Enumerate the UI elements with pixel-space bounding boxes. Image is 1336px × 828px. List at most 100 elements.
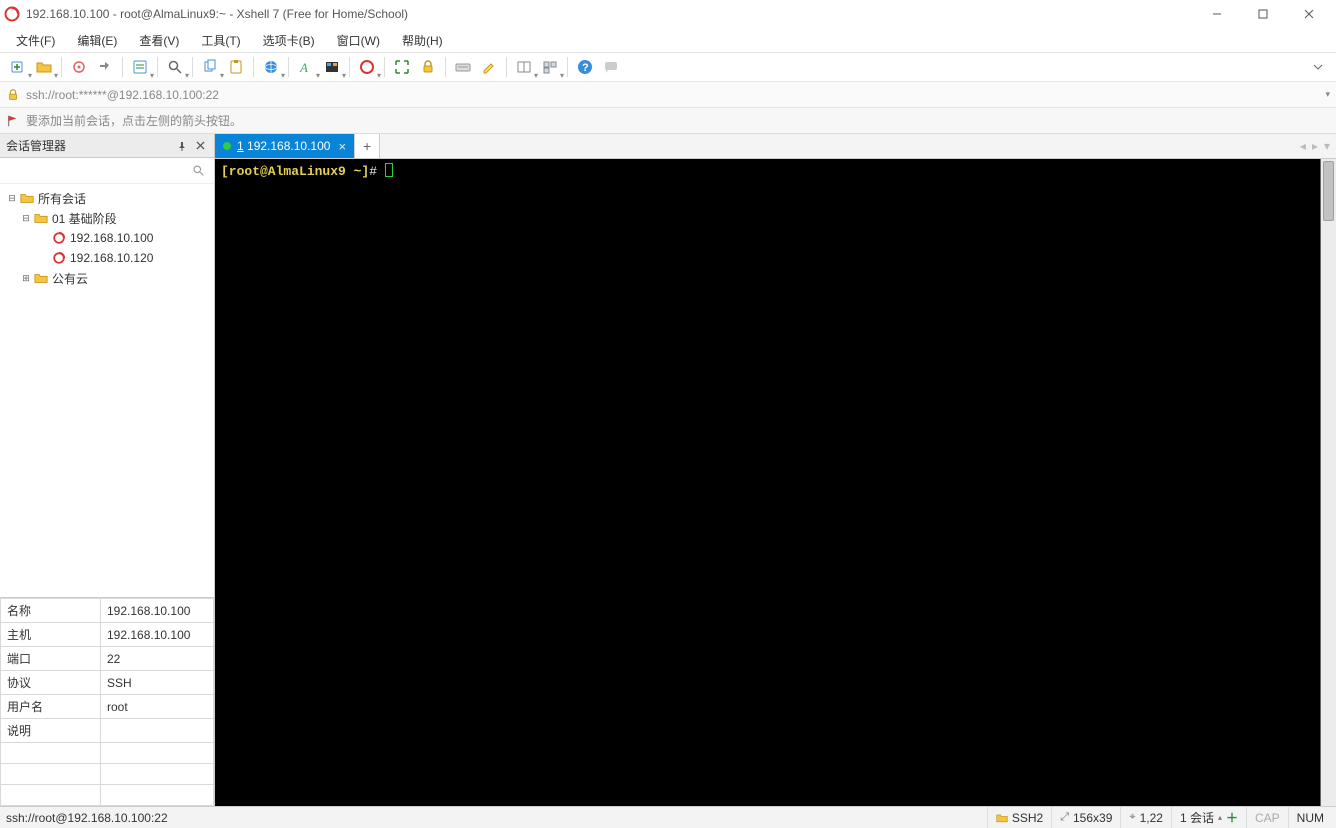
hint-bar: 要添加当前会话，点击左侧的箭头按钮。 bbox=[0, 108, 1336, 134]
open-session-icon[interactable] bbox=[32, 55, 56, 79]
prop-row: 用户名root bbox=[1, 695, 214, 719]
expand-icon[interactable]: ⊞ bbox=[20, 273, 32, 284]
window-title: 192.168.10.100 - root@AlmaLinux9:~ - Xsh… bbox=[26, 7, 1194, 21]
status-size-text: 156x39 bbox=[1073, 811, 1112, 825]
content-area: 1 192.168.10.100 × + ◂ ▸ ▾ [root@AlmaLin… bbox=[215, 134, 1336, 806]
menu-tools[interactable]: 工具(T) bbox=[191, 30, 250, 51]
highlight-icon[interactable] bbox=[477, 55, 501, 79]
tree-session-1[interactable]: 192.168.10.100 bbox=[2, 228, 212, 248]
prop-key: 名称 bbox=[1, 599, 101, 623]
prop-row: 说明 bbox=[1, 719, 214, 743]
find-icon[interactable] bbox=[163, 55, 187, 79]
chevron-up-icon[interactable]: ▴ bbox=[1218, 813, 1222, 822]
status-cursor-text: 1,22 bbox=[1140, 811, 1163, 825]
status-cap: CAP bbox=[1246, 807, 1288, 828]
maximize-button[interactable] bbox=[1240, 0, 1286, 28]
fullscreen-icon[interactable] bbox=[390, 55, 414, 79]
flag-icon[interactable] bbox=[6, 114, 20, 128]
panel-header: 会话管理器 bbox=[0, 134, 214, 158]
tile-icon[interactable] bbox=[538, 55, 562, 79]
status-bar: ssh://root@192.168.10.100:22 SSH2 ⤢ 156x… bbox=[0, 806, 1336, 828]
menu-edit[interactable]: 编辑(E) bbox=[67, 30, 127, 51]
prop-key: 说明 bbox=[1, 719, 101, 743]
close-icon[interactable] bbox=[192, 138, 208, 154]
prop-value: 192.168.10.100 bbox=[101, 623, 214, 647]
panel-title: 会话管理器 bbox=[6, 137, 66, 154]
reconnect-icon[interactable] bbox=[67, 55, 91, 79]
color-scheme-icon[interactable] bbox=[320, 55, 344, 79]
toolbar-separator bbox=[349, 57, 350, 77]
toolbar-separator bbox=[445, 57, 446, 77]
globe-icon[interactable] bbox=[259, 55, 283, 79]
disconnect-icon[interactable] bbox=[93, 55, 117, 79]
prop-key: 协议 bbox=[1, 671, 101, 695]
session-tree: ⊟ 所有会话 ⊟ 01 基础阶段 192.168.10.100 192.168.… bbox=[0, 184, 214, 597]
status-sessions-text: 1 会话 bbox=[1180, 809, 1214, 826]
new-tab-button[interactable]: + bbox=[354, 134, 380, 158]
collapse-icon[interactable]: ⊟ bbox=[20, 213, 32, 224]
menu-help[interactable]: 帮助(H) bbox=[392, 30, 453, 51]
address-bar: ssh://root:******@192.168.10.100:22 ▾ bbox=[0, 82, 1336, 108]
close-button[interactable] bbox=[1286, 0, 1332, 28]
minimize-button[interactable] bbox=[1194, 0, 1240, 28]
tree-folder-cloud[interactable]: ⊞ 公有云 bbox=[2, 268, 212, 288]
session-swirl-icon bbox=[50, 231, 68, 245]
resize-icon: ⤢ bbox=[1060, 811, 1069, 824]
help-icon[interactable]: ? bbox=[573, 55, 597, 79]
toolbar-overflow-icon[interactable] bbox=[1306, 55, 1330, 79]
tree-session-2[interactable]: 192.168.10.120 bbox=[2, 248, 212, 268]
tab-nav: ◂ ▸ ▾ bbox=[1294, 134, 1336, 158]
menu-window[interactable]: 窗口(W) bbox=[327, 30, 390, 51]
status-num-text: NUM bbox=[1297, 811, 1324, 825]
tab-session-1[interactable]: 1 192.168.10.100 × bbox=[215, 134, 354, 158]
layout-icon[interactable] bbox=[512, 55, 536, 79]
menu-tabs[interactable]: 选项卡(B) bbox=[253, 30, 325, 51]
menu-file[interactable]: 文件(F) bbox=[6, 30, 65, 51]
tab-label: 1 192.168.10.100 bbox=[237, 139, 330, 153]
properties-icon[interactable] bbox=[128, 55, 152, 79]
menu-view[interactable]: 查看(V) bbox=[129, 30, 189, 51]
xshell-swirl-icon[interactable] bbox=[355, 55, 379, 79]
status-dot-icon bbox=[223, 142, 231, 150]
tree-folder-label: 公有云 bbox=[50, 270, 88, 287]
collapse-icon[interactable]: ⊟ bbox=[6, 193, 18, 204]
scrollbar-thumb[interactable] bbox=[1323, 161, 1334, 221]
terminal-cursor-icon bbox=[385, 163, 393, 177]
status-cap-text: CAP bbox=[1255, 811, 1280, 825]
toolbar-separator bbox=[157, 57, 158, 77]
search-input[interactable] bbox=[4, 162, 192, 180]
main-toolbar: A ? bbox=[0, 52, 1336, 82]
tab-next-icon[interactable]: ▸ bbox=[1310, 139, 1320, 153]
prop-key: 主机 bbox=[1, 623, 101, 647]
search-icon[interactable] bbox=[192, 164, 210, 177]
copy-icon[interactable] bbox=[198, 55, 222, 79]
terminal-prompt: [root@AlmaLinux9 ~] bbox=[221, 164, 369, 179]
status-proto: SSH2 bbox=[987, 807, 1051, 828]
terminal-wrap: [root@AlmaLinux9 ~]# bbox=[215, 159, 1336, 806]
pin-icon[interactable] bbox=[174, 138, 190, 154]
tab-close-icon[interactable]: × bbox=[338, 139, 346, 154]
tree-session-label: 192.168.10.100 bbox=[68, 231, 153, 245]
terminal[interactable]: [root@AlmaLinux9 ~]# bbox=[215, 159, 1320, 806]
keyboard-icon[interactable] bbox=[451, 55, 475, 79]
address-text[interactable]: ssh://root:******@192.168.10.100:22 bbox=[26, 88, 1319, 102]
paste-icon[interactable] bbox=[224, 55, 248, 79]
tab-prev-icon[interactable]: ◂ bbox=[1298, 139, 1308, 153]
tree-folder-basic[interactable]: ⊟ 01 基础阶段 bbox=[2, 208, 212, 228]
add-session-icon[interactable]: ＋ bbox=[1226, 809, 1238, 826]
lock-icon[interactable] bbox=[416, 55, 440, 79]
tab-list-icon[interactable]: ▾ bbox=[1322, 139, 1332, 153]
window-controls bbox=[1194, 0, 1332, 28]
terminal-scrollbar[interactable] bbox=[1320, 159, 1336, 806]
address-dropdown-icon[interactable]: ▾ bbox=[1325, 89, 1330, 100]
new-session-icon[interactable] bbox=[6, 55, 30, 79]
folder-open-icon bbox=[18, 191, 36, 205]
tree-root[interactable]: ⊟ 所有会话 bbox=[2, 188, 212, 208]
main-area: 会话管理器 ⊟ 所有会话 ⊟ 01 基础阶段 192.168.10. bbox=[0, 134, 1336, 806]
prop-value: root bbox=[101, 695, 214, 719]
sidebar-search bbox=[0, 158, 214, 184]
prop-row-empty bbox=[1, 764, 214, 785]
chat-icon[interactable] bbox=[599, 55, 623, 79]
font-icon[interactable]: A bbox=[294, 55, 318, 79]
toolbar-separator bbox=[192, 57, 193, 77]
